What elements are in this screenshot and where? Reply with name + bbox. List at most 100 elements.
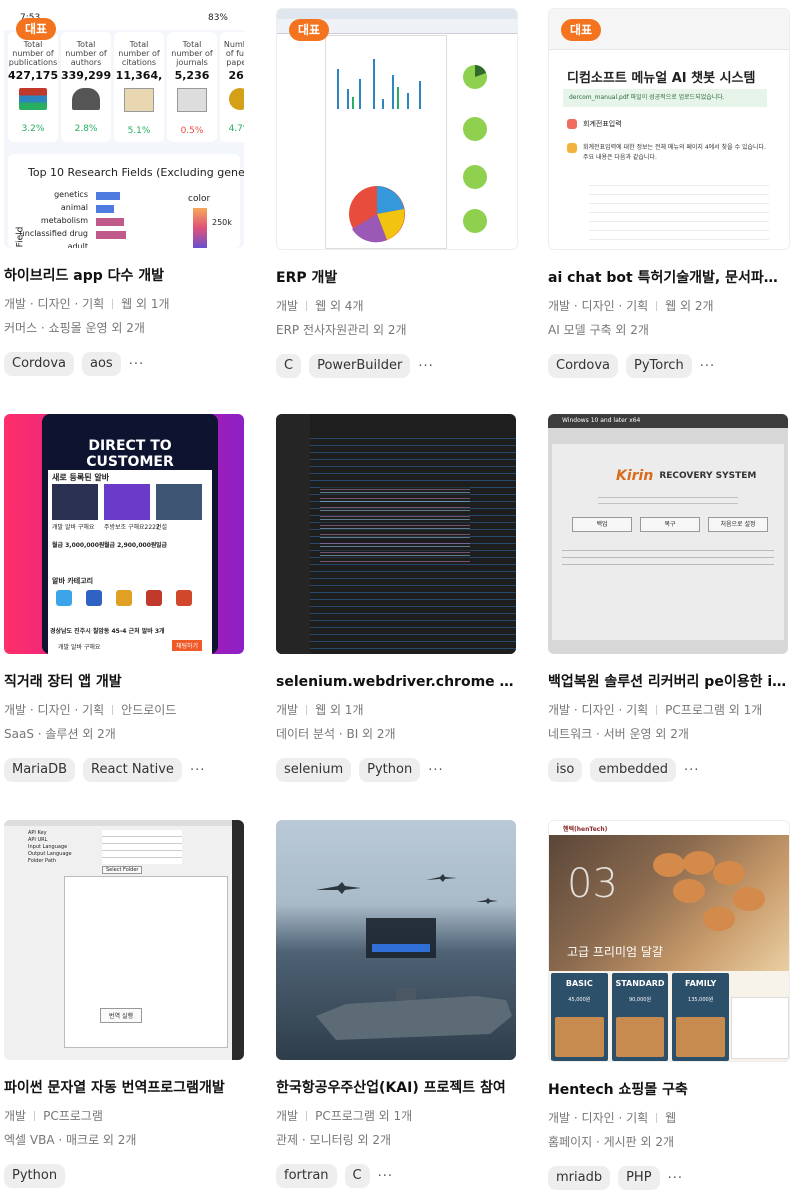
card-title[interactable]: selenium.webdriver.chrome 이용한 데이터 수집 (276, 671, 516, 691)
login-button (372, 944, 430, 952)
tag[interactable]: aos (82, 352, 121, 376)
stat-card: Total number of journals 5,236 0.5% (167, 32, 217, 142)
tag-list: Cordova aos ··· (4, 352, 244, 376)
card-thumbnail[interactable]: 대표 7:53 83% Total number of publications… (4, 8, 244, 248)
card-category: 엑셀 VBA · 매크로 외 2개 (4, 1133, 137, 1147)
card-meta: 개발 · 디자인 · 기획 웹 외 2개 (548, 299, 714, 313)
login-panel (366, 918, 436, 958)
marketplace-screenshot: DIRECT TO CUSTOMER 새로 등록된 알바 개발 알바 구해요 주… (4, 414, 244, 654)
card-category: AI 모델 구축 외 2개 (548, 323, 649, 337)
hero-number: 03 (567, 861, 618, 907)
card-title[interactable]: ERP 개발 (276, 267, 516, 287)
tag[interactable]: mriadb (548, 1166, 611, 1190)
portfolio-card[interactable]: API Key API URL Input Language Output La… (4, 820, 244, 1188)
card-thumbnail[interactable]: 대표 (276, 8, 518, 250)
marketplace-headline: DIRECT TO CUSTOMER (86, 438, 174, 470)
tag-list: mriadb PHP ··· (548, 1166, 788, 1190)
card-category: 데이터 분석 · BI 외 2개 (276, 727, 396, 741)
tag[interactable]: embedded (590, 758, 677, 782)
card-thumbnail[interactable] (276, 414, 516, 654)
tag[interactable]: Python (4, 1164, 66, 1188)
card-title[interactable]: 한국항공우주산업(KAI) 프로젝트 참여 (276, 1077, 516, 1097)
card-meta: 개발 · 디자인 · 기획 웹 (548, 1111, 677, 1125)
restaurant-icon (86, 590, 102, 606)
card-thumbnail[interactable] (276, 820, 516, 1060)
money-bag-icon (229, 88, 244, 110)
tag[interactable]: C (344, 1164, 370, 1188)
portfolio-card[interactable]: selenium.webdriver.chrome 이용한 데이터 수집 개발웹… (276, 414, 516, 782)
more-tags-icon[interactable]: ··· (129, 357, 144, 372)
card-title[interactable]: 하이브리드 app 다수 개발 (4, 265, 244, 285)
cleaning-icon (56, 590, 72, 606)
card-title[interactable]: Hentech 쇼핑몰 구축 (548, 1079, 788, 1099)
card-thumbnail[interactable]: 헨텍(henTech) 03 고급 프리미엄 달걀 BASIC 45,000원 (548, 820, 790, 1062)
tag[interactable]: PyTorch (626, 354, 692, 378)
tag[interactable]: React Native (83, 758, 182, 782)
tag[interactable]: PowerBuilder (309, 354, 411, 378)
more-tags-icon[interactable]: ··· (190, 763, 205, 778)
recovery-screenshot: Windows 10 and later x64 Kirin RECOVERY … (548, 414, 788, 654)
more-tags-icon[interactable]: ··· (418, 359, 433, 374)
tag[interactable]: PHP (618, 1166, 660, 1190)
card-title[interactable]: ai chat bot 특허기술개발, 문서파일 AI 챗봇 (548, 267, 788, 287)
representative-badge: 대표 (16, 18, 57, 40)
card-title[interactable]: 백업복원 솔루션 리커버리 pe이용한 iso 제작 (548, 671, 788, 691)
more-tags-icon[interactable]: ··· (700, 359, 715, 374)
stat-card: Total number of citations 11,364, 5.1% (114, 32, 164, 142)
portfolio-card[interactable]: DIRECT TO CUSTOMER 새로 등록된 알바 개발 알바 구해요 주… (4, 414, 244, 782)
stat-card: Total number of publications 427,175 3.2… (8, 32, 58, 142)
portfolio-card[interactable]: 대표 ERP 개발 개발 웹 외 4개 ERP 전사자원관리 외 2개 C Po… (276, 8, 518, 378)
card-thumbnail[interactable]: Windows 10 and later x64 Kirin RECOVERY … (548, 414, 788, 654)
card-category: ERP 전사자원관리 외 2개 (276, 323, 407, 337)
erp-screenshot (277, 9, 517, 249)
card-meta: 개발 · 디자인 · 기획 PC프로그램 외 1개 (548, 703, 763, 717)
card-title[interactable]: 직거래 장터 앱 개발 (4, 671, 244, 691)
code-editor-screenshot (276, 414, 516, 654)
more-tags-icon[interactable]: ··· (684, 763, 699, 778)
card-category: 관제 · 모니터링 외 2개 (276, 1133, 392, 1147)
card-thumbnail[interactable]: 대표 디컴소프트 메뉴얼 AI 챗봇 시스템 dercom_manual.pdf… (548, 8, 790, 250)
book-icon (124, 88, 154, 112)
tag[interactable]: selenium (276, 758, 352, 782)
more-tags-icon[interactable]: ··· (668, 1171, 683, 1186)
tag[interactable]: Python (359, 758, 421, 782)
portfolio-card[interactable]: 대표 디컴소프트 메뉴얼 AI 챗봇 시스템 dercom_manual.pdf… (548, 8, 790, 378)
stat-card: Total number of authors 339,299 2.8% (61, 32, 111, 142)
tag[interactable]: Cordova (4, 352, 75, 376)
chatbot-screenshot: 디컴소프트 메뉴얼 AI 챗봇 시스템 dercom_manual.pdf 파일… (549, 9, 789, 249)
card-meta: 개발 웹 외 1개 (276, 703, 364, 717)
more-tags-icon[interactable]: ··· (428, 763, 443, 778)
portfolio-card[interactable]: 헨텍(henTech) 03 고급 프리미엄 달걀 BASIC 45,000원 (548, 820, 790, 1190)
translator-screenshot: API Key API URL Input Language Output La… (4, 820, 244, 1060)
portfolio-card[interactable]: Windows 10 and later x64 Kirin RECOVERY … (548, 414, 788, 782)
dashboard-screenshot: 7:53 83% Total number of publications 42… (4, 8, 244, 248)
card-meta: 개발 PC프로그램 (4, 1109, 103, 1123)
books-icon (19, 88, 47, 110)
representative-badge: 대표 (561, 19, 602, 41)
shop-screenshot: 헨텍(henTech) 03 고급 프리미엄 달걀 BASIC 45,000원 (549, 821, 789, 1061)
users-icon (72, 88, 100, 110)
newspaper-icon (177, 88, 207, 112)
tag[interactable]: Cordova (548, 354, 619, 378)
kirin-logo: Kirin (616, 468, 654, 484)
portfolio-card[interactable]: 대표 7:53 83% Total number of publications… (4, 8, 244, 376)
card-title[interactable]: 파이썬 문자열 자동 번역프로그램개발 (4, 1077, 244, 1097)
tag[interactable]: iso (548, 758, 583, 782)
tag[interactable]: C (276, 354, 302, 378)
kai-login-screenshot (276, 820, 516, 1060)
chart-title: Top 10 Research Fields (Excluding genera… (28, 166, 244, 179)
card-thumbnail[interactable]: DIRECT TO CUSTOMER 새로 등록된 알바 개발 알바 구해요 주… (4, 414, 244, 654)
card-category: SaaS · 솔루션 외 2개 (4, 727, 116, 741)
card-category: 네트워크 · 서버 운영 외 2개 (548, 727, 689, 741)
more-tags-icon[interactable]: ··· (378, 1169, 393, 1184)
portfolio-card[interactable]: 한국항공우주산업(KAI) 프로젝트 참여 개발 PC프로그램 외 1개 관제 ·… (276, 820, 516, 1188)
card-category: 커머스 · 쇼핑몰 운영 외 2개 (4, 321, 145, 335)
store-icon (146, 590, 162, 606)
tag[interactable]: fortran (276, 1164, 337, 1188)
tag-list: C PowerBuilder ··· (276, 354, 516, 378)
tag[interactable]: MariaDB (4, 758, 76, 782)
card-thumbnail[interactable]: API Key API URL Input Language Output La… (4, 820, 244, 1060)
status-battery: 83% (207, 13, 228, 23)
tag-list: Python (4, 1164, 244, 1188)
drink-icon (116, 590, 132, 606)
